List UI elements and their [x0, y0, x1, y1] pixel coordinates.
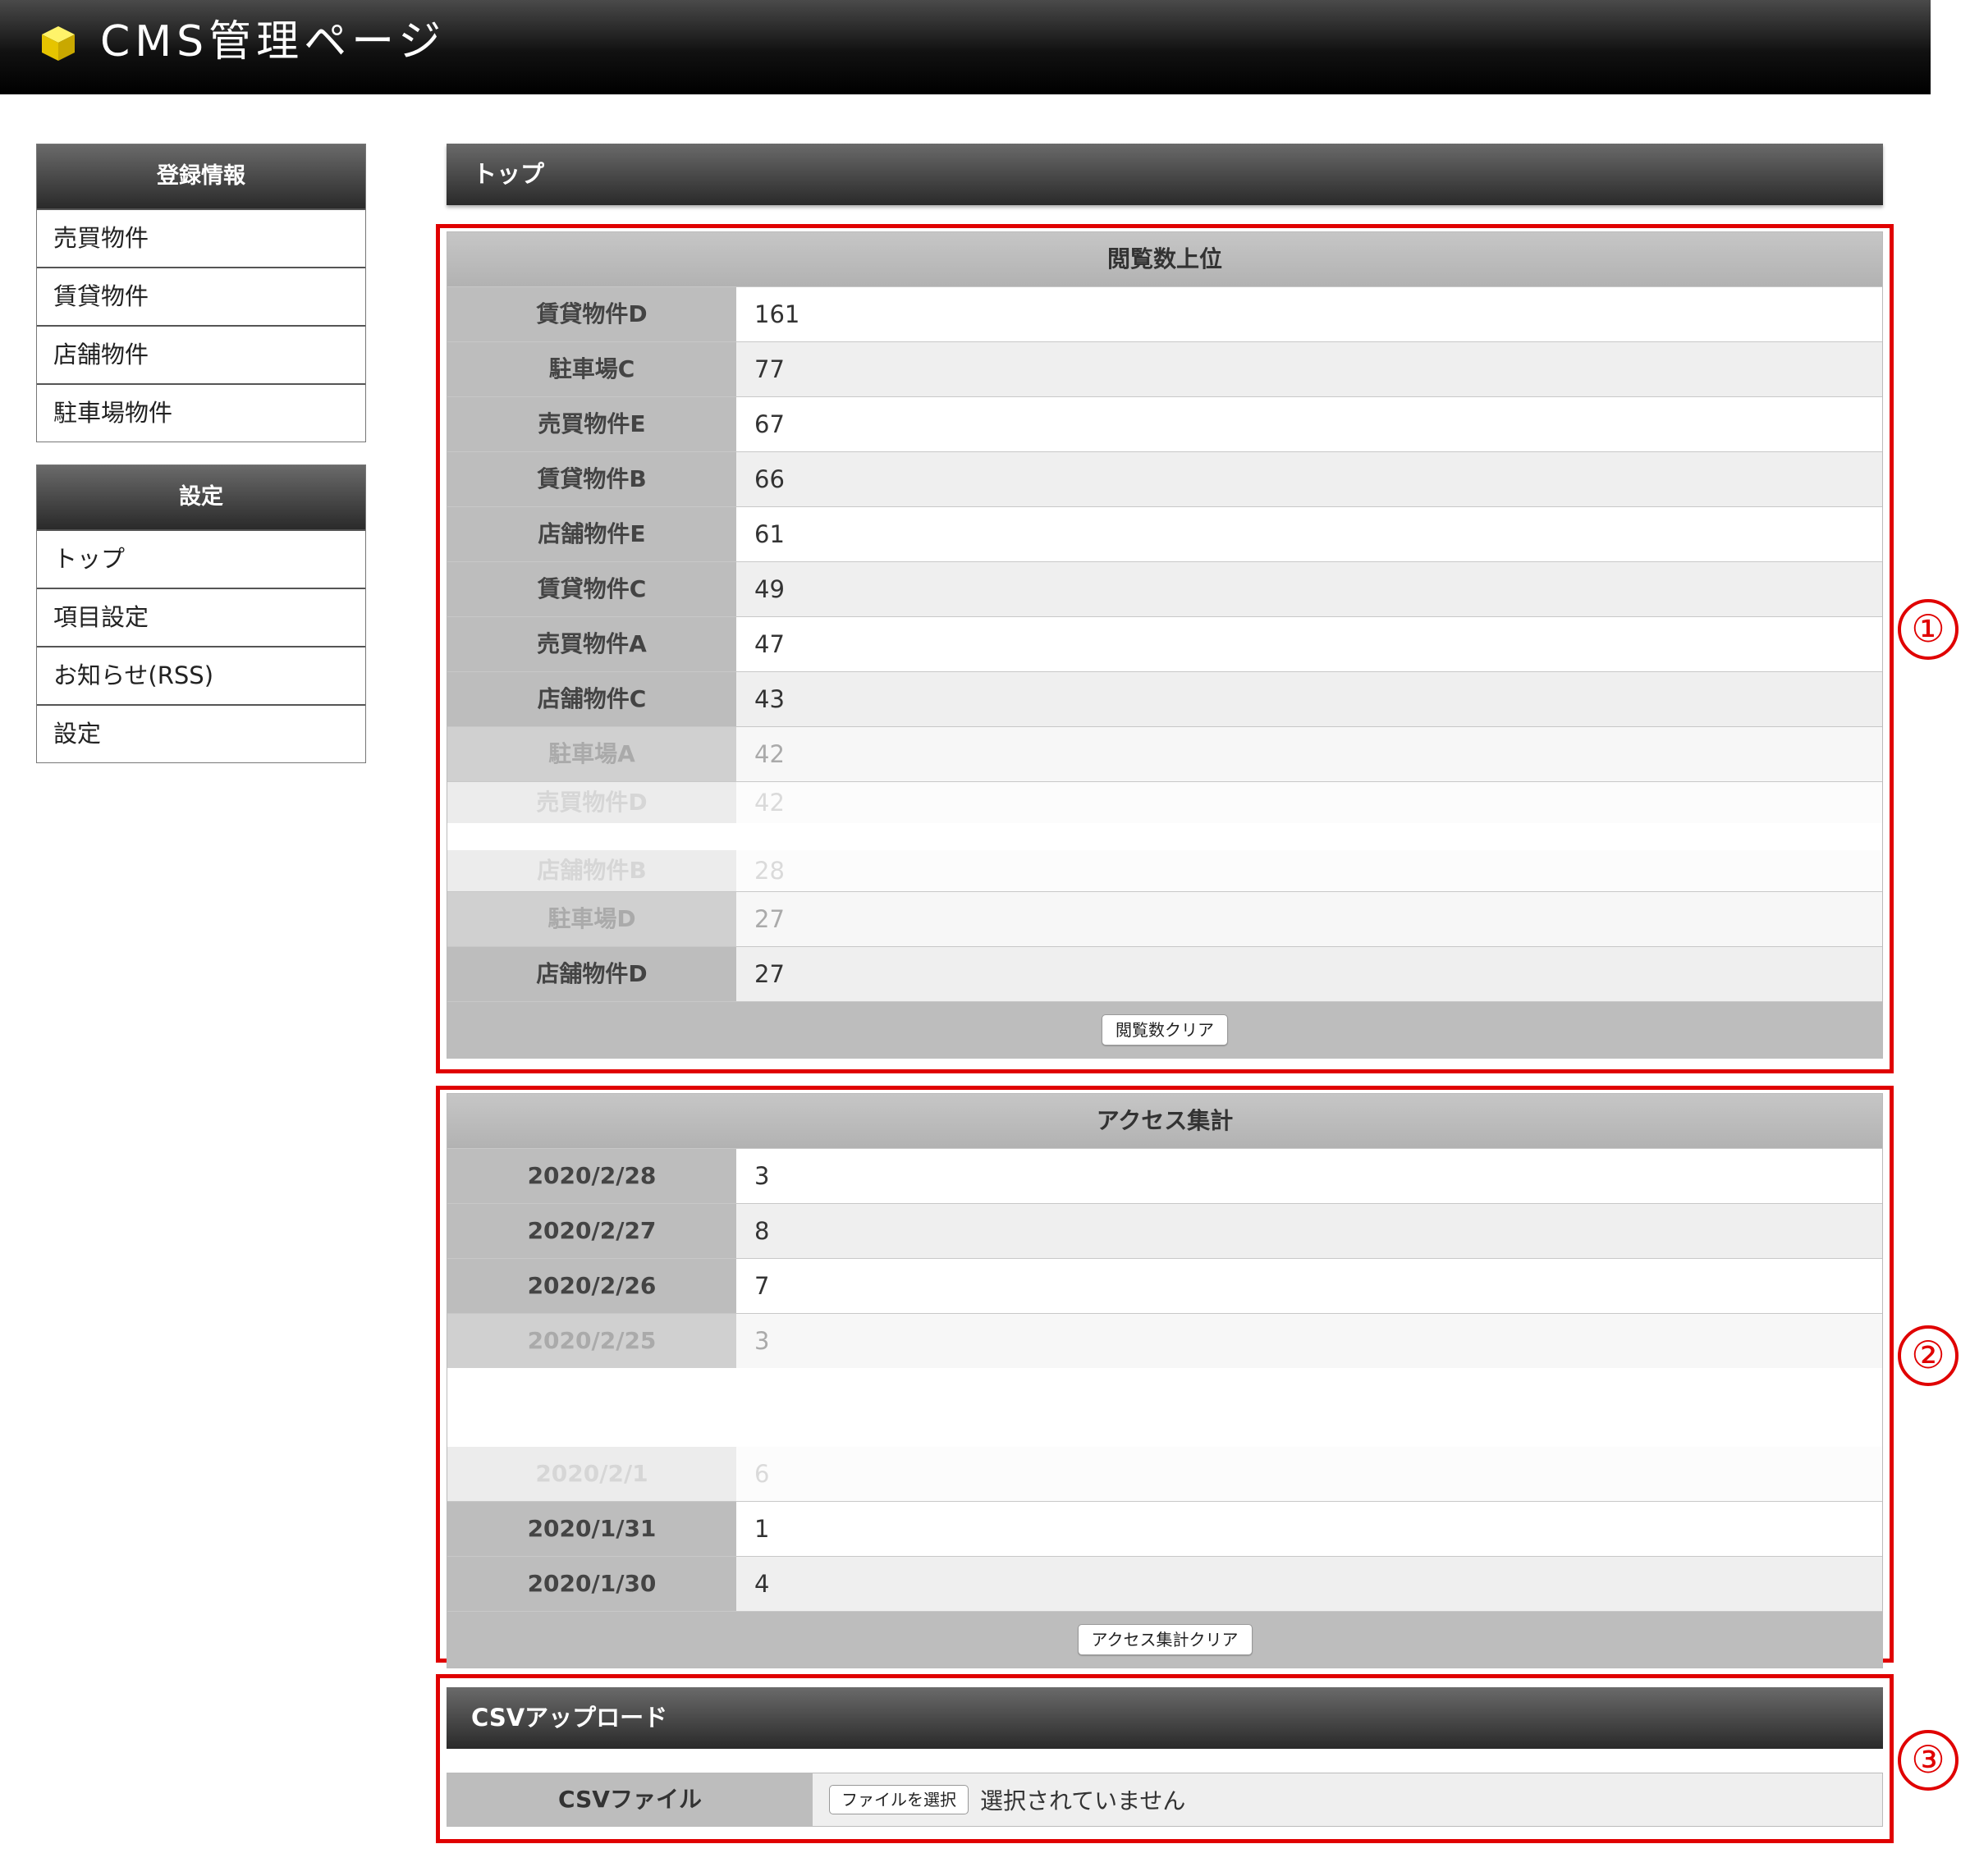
- table-row: 駐車場D 27: [447, 891, 1882, 946]
- sidebar-item-sale-property[interactable]: 売買物件: [37, 208, 365, 267]
- marker-3: ③: [1898, 1730, 1959, 1791]
- table-row: 2020/2/26 7: [447, 1258, 1882, 1313]
- sidebar-item-settings[interactable]: 設定: [37, 704, 365, 762]
- row-label: 賃貸物件B: [447, 452, 736, 506]
- row-label: 2020/2/28: [447, 1149, 736, 1203]
- table-row: 売買物件D 42: [447, 781, 1882, 823]
- row-value: 43: [736, 672, 1882, 726]
- row-value: 77: [736, 342, 1882, 396]
- table-row: 店舗物件E 61: [447, 506, 1882, 561]
- table-row: 売買物件E 67: [447, 396, 1882, 451]
- row-value: 3: [736, 1149, 1882, 1203]
- marker-2: ②: [1898, 1325, 1959, 1386]
- row-label: 店舗物件C: [447, 672, 736, 726]
- sidebar-item-store-property[interactable]: 店舗物件: [37, 325, 365, 383]
- table-row: 店舗物件C 43: [447, 671, 1882, 726]
- sidebar-heading-registration: 登録情報: [37, 144, 365, 208]
- row-value: 6: [736, 1447, 1882, 1501]
- row-label: 売買物件A: [447, 617, 736, 671]
- access-table-title: アクセス集計: [447, 1094, 1882, 1148]
- row-value: 7: [736, 1259, 1882, 1313]
- table-row: 店舗物件B 28: [447, 850, 1882, 891]
- app-title: CMS管理ページ: [100, 17, 447, 66]
- row-label: 駐車場D: [447, 892, 736, 946]
- app-header: CMS管理ページ: [0, 0, 1931, 94]
- table-row: 賃貸物件D 161: [447, 286, 1882, 341]
- row-value: 28: [736, 850, 1882, 891]
- cube-logo-icon: [42, 26, 75, 61]
- sidebar-item-top[interactable]: トップ: [37, 529, 365, 588]
- table-gap: [447, 823, 1882, 850]
- row-value: 66: [736, 452, 1882, 506]
- row-value: 47: [736, 617, 1882, 671]
- row-value: 161: [736, 287, 1882, 341]
- sidebar-item-field-settings[interactable]: 項目設定: [37, 588, 365, 646]
- table-row: 2020/1/31 1: [447, 1501, 1882, 1556]
- row-value: 3: [736, 1314, 1882, 1368]
- table-row: 2020/2/25 3: [447, 1313, 1882, 1368]
- marker-1: ①: [1898, 599, 1959, 660]
- table-row: 2020/1/30 4: [447, 1556, 1882, 1611]
- row-value: 27: [736, 947, 1882, 1001]
- row-label: 売買物件E: [447, 397, 736, 451]
- row-label: 店舗物件E: [447, 507, 736, 561]
- clear-access-button[interactable]: アクセス集計クリア: [1077, 1624, 1253, 1655]
- sidebar-item-rental-property[interactable]: 賃貸物件: [37, 267, 365, 325]
- views-ranking-table: 閲覧数上位 賃貸物件D 161 駐車場C 77 売買物件E 67 賃貸物件B 66 店舗…: [447, 231, 1883, 1059]
- row-label: 2020/2/27: [447, 1204, 736, 1258]
- sidebar-item-parking-property[interactable]: 駐車場物件: [37, 383, 365, 442]
- row-value: 42: [736, 782, 1882, 823]
- row-value: 49: [736, 562, 1882, 616]
- row-label: 店舗物件D: [447, 947, 736, 1001]
- csv-file-field: ファイルを選択 選択されていません: [813, 1773, 1882, 1826]
- row-label: 駐車場C: [447, 342, 736, 396]
- table-row: 2020/2/28 3: [447, 1148, 1882, 1203]
- table-row: 駐車場C 77: [447, 341, 1882, 396]
- table-row: 店舗物件D 27: [447, 946, 1882, 1001]
- row-value: 8: [736, 1204, 1882, 1258]
- csv-file-row: CSVファイル ファイルを選択 選択されていません: [447, 1773, 1883, 1827]
- row-label: 店舗物件B: [447, 850, 736, 891]
- row-label: 賃貸物件C: [447, 562, 736, 616]
- file-status-text: 選択されていません: [980, 1787, 1186, 1814]
- sidebar-heading-settings: 設定: [37, 465, 365, 529]
- row-value: 67: [736, 397, 1882, 451]
- row-value: 4: [736, 1557, 1882, 1611]
- row-label: 賃貸物件D: [447, 287, 736, 341]
- row-label: 2020/1/31: [447, 1502, 736, 1556]
- table-row: 駐車場A 42: [447, 726, 1882, 781]
- row-value: 61: [736, 507, 1882, 561]
- clear-views-button[interactable]: 閲覧数クリア: [1102, 1014, 1228, 1046]
- access-table-footer: アクセス集計クリア: [447, 1611, 1882, 1668]
- choose-file-button[interactable]: ファイルを選択: [829, 1785, 969, 1814]
- csv-file-label: CSVファイル: [447, 1773, 813, 1826]
- table-row: 賃貸物件C 49: [447, 561, 1882, 616]
- sidebar-item-news-rss[interactable]: お知らせ(RSS): [37, 646, 365, 704]
- views-table-footer: 閲覧数クリア: [447, 1001, 1882, 1058]
- views-table-title: 閲覧数上位: [447, 232, 1882, 286]
- row-label: 2020/2/26: [447, 1259, 736, 1313]
- table-row: 2020/2/27 8: [447, 1203, 1882, 1258]
- row-label: 2020/2/1: [447, 1447, 736, 1501]
- row-label: 2020/1/30: [447, 1557, 736, 1611]
- page-title: トップ: [447, 144, 1883, 205]
- row-label: 2020/2/25: [447, 1314, 736, 1368]
- row-value: 42: [736, 727, 1882, 781]
- table-gap: [447, 1368, 1882, 1447]
- table-row: 賃貸物件B 66: [447, 451, 1882, 506]
- row-label: 売買物件D: [447, 782, 736, 823]
- table-row: 2020/2/1 6: [447, 1447, 1882, 1501]
- csv-upload-heading: CSVアップロード: [447, 1687, 1883, 1749]
- row-value: 1: [736, 1502, 1882, 1556]
- sidebar-section-settings: 設定 トップ 項目設定 お知らせ(RSS) 設定: [36, 464, 366, 763]
- row-label: 駐車場A: [447, 727, 736, 781]
- sidebar-section-registration: 登録情報 売買物件 賃貸物件 店舗物件 駐車場物件: [36, 144, 366, 442]
- access-summary-table: アクセス集計 2020/2/28 3 2020/2/27 8 2020/2/26 7 …: [447, 1093, 1883, 1668]
- row-value: 27: [736, 892, 1882, 946]
- table-row: 売買物件A 47: [447, 616, 1882, 671]
